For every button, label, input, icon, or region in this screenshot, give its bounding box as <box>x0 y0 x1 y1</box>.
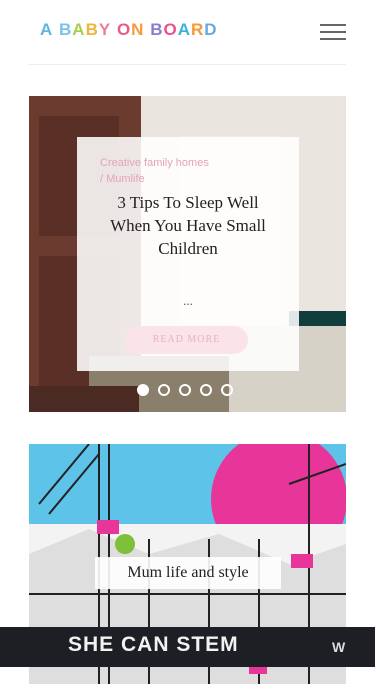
post-title[interactable]: 3 Tips To Sleep Well When You Have Small… <box>105 191 271 260</box>
ad-brand-icon: W <box>332 639 346 655</box>
site-logo[interactable]: A BABY ON BOARD <box>40 20 218 40</box>
slide-dot-1[interactable] <box>137 384 149 396</box>
featured-post-card: Creative family homes / Mumlife 3 Tips T… <box>77 137 299 371</box>
ad-headline: SHE CAN STEM <box>68 633 239 656</box>
logo-letter: B <box>85 20 99 39</box>
slide-dot-4[interactable] <box>200 384 212 396</box>
logo-letter: R <box>190 20 205 39</box>
logo-letter: A <box>177 20 191 39</box>
category-card-label: Mum life and style <box>95 557 281 589</box>
logo-letter: A <box>40 20 54 39</box>
advertisement-banner[interactable]: SHE CAN STEM W <box>0 627 375 667</box>
logo-letter: O <box>116 20 132 39</box>
category-link-creative-family-homes[interactable]: Creative family homes <box>100 157 209 169</box>
logo-letter: O <box>163 20 178 39</box>
logo-letter: B <box>59 20 73 39</box>
logo-letter: D <box>204 20 218 39</box>
logo-letter: N <box>131 20 145 39</box>
logo-letter: Y <box>98 20 112 39</box>
hamburger-menu-icon[interactable] <box>320 22 347 42</box>
read-more-button[interactable]: READ MORE <box>125 326 248 354</box>
logo-letter: A <box>72 20 86 39</box>
header-divider <box>28 64 346 65</box>
site-header: A BABY ON BOARD <box>0 0 375 64</box>
slide-dot-5[interactable] <box>221 384 233 396</box>
slide-dot-3[interactable] <box>179 384 191 396</box>
logo-letter: B <box>150 20 164 39</box>
featured-post-slider[interactable]: Creative family homes / Mumlife 3 Tips T… <box>29 96 346 412</box>
slide-dot-2[interactable] <box>158 384 170 396</box>
post-excerpt: ... <box>183 293 193 308</box>
category-link-mumlife[interactable]: / Mumlife <box>100 173 145 185</box>
